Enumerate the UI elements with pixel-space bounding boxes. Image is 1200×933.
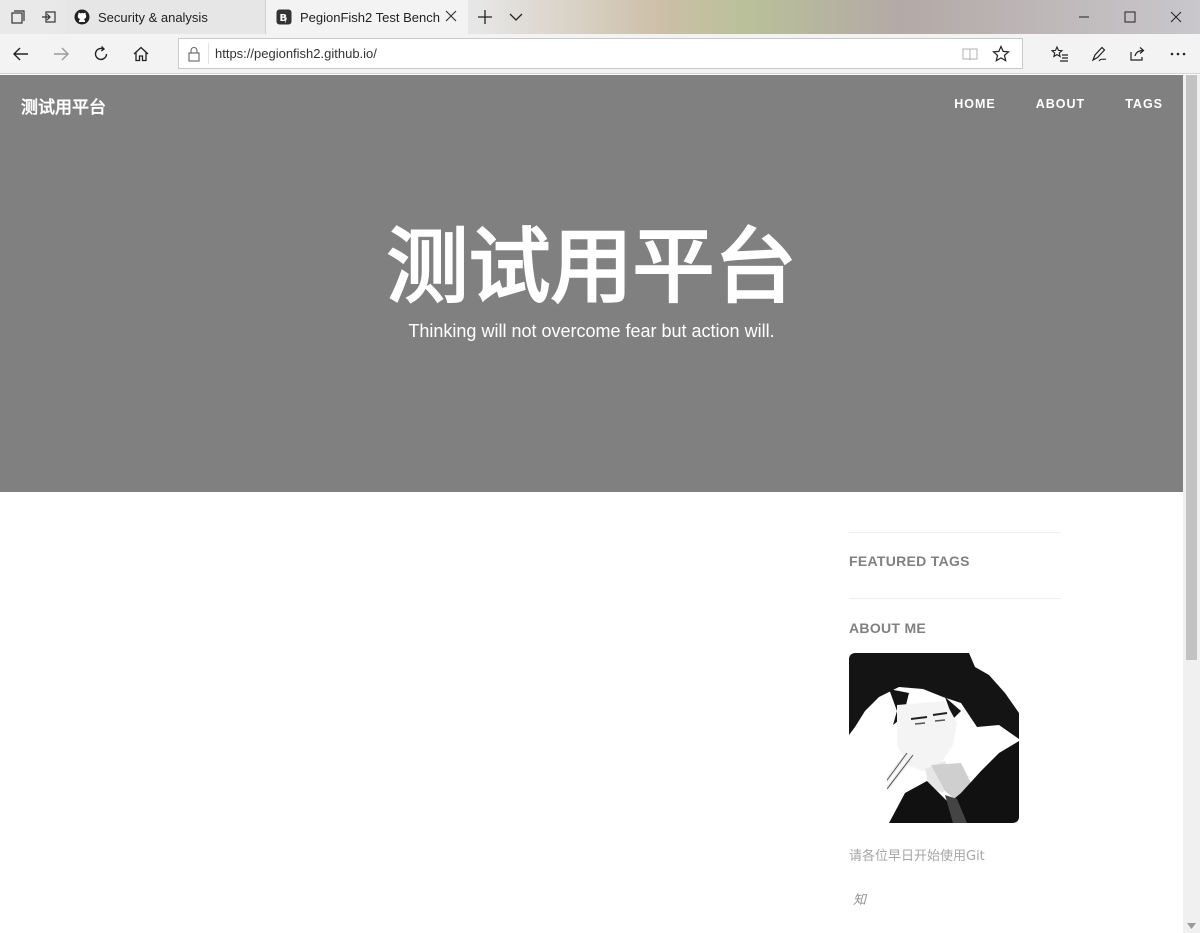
tab-preview-chevron-down-icon[interactable] <box>507 8 525 26</box>
nav-tags-link[interactable]: TAGS <box>1125 97 1163 111</box>
set-tabs-aside-icon[interactable] <box>40 8 58 26</box>
page-scrollbar[interactable] <box>1183 75 1200 933</box>
lock-icon[interactable] <box>187 46 201 62</box>
browser-toolbar: https://pegionfish2.github.io/ <box>0 34 1200 74</box>
forward-arrow-icon[interactable] <box>47 40 75 68</box>
avatar <box>849 653 1019 823</box>
featured-tags-heading: FEATURED TAGS <box>849 553 970 569</box>
web-page: 测试用平台 HOME ABOUT TAGS 测试用平台 Thinking wil… <box>0 75 1183 933</box>
close-window-button[interactable] <box>1153 0 1199 34</box>
nav-about-link[interactable]: ABOUT <box>1036 97 1085 111</box>
divider <box>849 598 1061 599</box>
divider <box>208 43 209 64</box>
tab-actions-icon[interactable] <box>9 8 27 26</box>
reading-view-icon[interactable] <box>962 46 978 62</box>
maximize-window-button[interactable] <box>1107 0 1153 34</box>
bio-text: 请各位早日开始使用Git <box>849 849 985 864</box>
refresh-icon[interactable] <box>87 40 115 68</box>
site-brand-link[interactable]: 测试用平台 <box>21 93 106 118</box>
favorites-hub-icon[interactable] <box>1046 40 1074 68</box>
scrollbar-thumb[interactable] <box>1186 75 1197 660</box>
hero-title: 测试用平台 <box>386 220 797 315</box>
new-tab-icon[interactable] <box>476 8 494 26</box>
minimize-window-button[interactable] <box>1061 0 1107 34</box>
web-note-pen-icon[interactable] <box>1085 40 1113 68</box>
about-me-heading: ABOUT ME <box>849 620 927 636</box>
tab-label: PegionFish2 Test Bench <box>300 9 440 25</box>
home-icon[interactable] <box>127 40 155 68</box>
site-favicon-icon: B / <box>276 9 292 25</box>
browser-tab-strip: Security & analysis B / PegionFish2 Test … <box>0 0 1200 34</box>
tab-label: Security & analysis <box>98 9 208 25</box>
sidebar: FEATURED TAGS ABOUT ME 请各位早日开始使用Git 知 <box>849 532 1061 908</box>
divider <box>849 532 1061 533</box>
github-icon <box>74 9 90 25</box>
url-text[interactable]: https://pegionfish2.github.io/ <box>215 46 377 61</box>
scroll-down-arrow-icon[interactable] <box>1186 921 1197 931</box>
share-icon[interactable] <box>1124 40 1152 68</box>
close-tab-icon[interactable] <box>444 9 458 23</box>
tab-security-analysis[interactable]: Security & analysis <box>66 0 266 34</box>
tab-pegionfish2-test-bench[interactable]: B / PegionFish2 Test Bench <box>266 0 468 34</box>
site-nav: HOME ABOUT TAGS <box>914 97 1163 111</box>
zhihu-link[interactable]: 知 <box>853 889 1061 908</box>
address-bar[interactable]: https://pegionfish2.github.io/ <box>178 38 1023 69</box>
hero-header: 测试用平台 HOME ABOUT TAGS 测试用平台 Thinking wil… <box>0 75 1183 492</box>
more-options-icon[interactable] <box>1164 40 1192 68</box>
hero-subtitle: Thinking will not overcome fear but acti… <box>408 321 775 341</box>
nav-home-link[interactable]: HOME <box>954 97 996 111</box>
favorite-star-icon[interactable] <box>992 45 1010 63</box>
back-arrow-icon[interactable] <box>7 40 35 68</box>
